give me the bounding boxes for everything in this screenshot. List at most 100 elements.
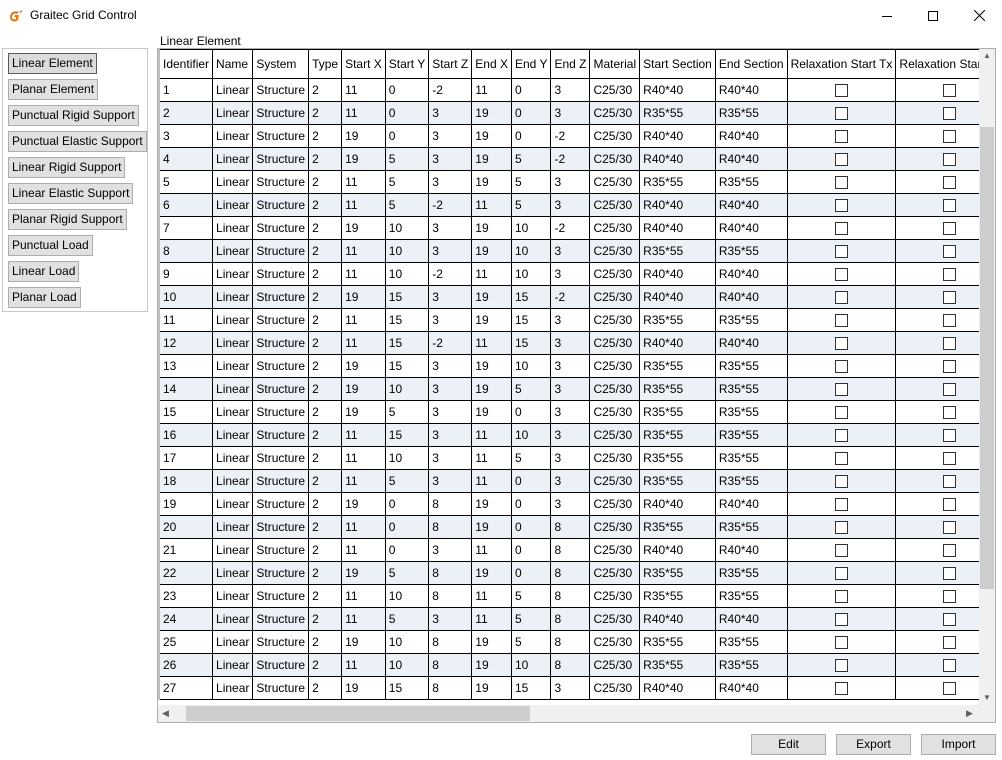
system-cell[interactable]: Structure [252, 308, 310, 332]
sidebar-item-planar-element[interactable]: Planar Element [8, 79, 99, 100]
relaxation-start-tx-cell[interactable] [786, 515, 897, 539]
end-section-cell[interactable]: R40*40 [714, 147, 788, 171]
start-z-cell[interactable]: 8 [428, 492, 473, 516]
column-header-start-z[interactable]: Start Z [428, 49, 473, 79]
end-x-cell[interactable]: 19 [471, 630, 512, 654]
start-y-cell[interactable]: 5 [384, 193, 430, 217]
start-y-cell[interactable]: 5 [384, 469, 430, 493]
system-cell[interactable]: Structure [252, 216, 310, 240]
end-z-cell[interactable]: 3 [550, 193, 591, 217]
checkbox[interactable] [943, 406, 957, 420]
start-x-cell[interactable]: 11 [341, 469, 386, 493]
start-section-cell[interactable]: R40*40 [639, 262, 716, 286]
type-cell[interactable]: 2 [308, 101, 343, 125]
name-cell[interactable]: Linear [212, 78, 254, 102]
start-z-cell[interactable]: 8 [428, 561, 473, 585]
start-section-cell[interactable]: R40*40 [639, 538, 716, 562]
end-z-cell[interactable]: 8 [550, 584, 591, 608]
start-z-cell[interactable]: 8 [428, 676, 473, 700]
material-cell[interactable]: C25/30 [589, 285, 641, 309]
name-cell[interactable]: Linear [212, 561, 254, 585]
start-section-cell[interactable]: R40*40 [639, 285, 716, 309]
end-y-cell[interactable]: 10 [510, 653, 552, 677]
type-cell[interactable]: 2 [308, 676, 343, 700]
identifier-cell[interactable]: 8 [158, 239, 214, 263]
type-cell[interactable]: 2 [308, 630, 343, 654]
material-cell[interactable]: C25/30 [589, 170, 641, 194]
material-cell[interactable]: C25/30 [589, 354, 641, 378]
name-cell[interactable]: Linear [212, 515, 254, 539]
start-x-cell[interactable]: 11 [341, 538, 386, 562]
checkbox[interactable] [943, 222, 957, 236]
end-section-cell[interactable]: R40*40 [714, 538, 788, 562]
end-section-cell[interactable]: R35*55 [714, 354, 788, 378]
relaxation-start-tx-cell[interactable] [786, 492, 897, 516]
name-cell[interactable]: Linear [212, 193, 254, 217]
table-row[interactable]: 20 Linear Structure 2 11 0 8 19 0 8 C25/30 R35*55 R3… [158, 515, 995, 539]
relaxation-start-tx-cell[interactable] [786, 262, 897, 286]
end-x-cell[interactable]: 19 [471, 354, 512, 378]
type-cell[interactable]: 2 [308, 653, 343, 677]
material-cell[interactable]: C25/30 [589, 423, 641, 447]
identifier-cell[interactable]: 3 [158, 124, 214, 148]
start-section-cell[interactable]: R35*55 [639, 377, 716, 401]
start-y-cell[interactable]: 5 [384, 400, 430, 424]
checkbox[interactable] [943, 130, 957, 144]
end-y-cell[interactable]: 0 [510, 538, 552, 562]
start-x-cell[interactable]: 11 [341, 331, 386, 355]
end-z-cell[interactable]: 3 [550, 101, 591, 125]
start-section-cell[interactable]: R40*40 [639, 676, 716, 700]
column-header-identifier[interactable]: Identifier [158, 49, 214, 79]
table-row[interactable]: 21 Linear Structure 2 11 0 3 11 0 8 C25/30 R40*40 R4… [158, 538, 995, 562]
name-cell[interactable]: Linear [212, 285, 254, 309]
table-row[interactable]: 7 Linear Structure 2 19 10 3 19 10 -2 C25/30 R40*40… [158, 216, 995, 240]
end-z-cell[interactable]: 3 [550, 446, 591, 470]
start-z-cell[interactable]: 8 [428, 653, 473, 677]
material-cell[interactable]: C25/30 [589, 446, 641, 470]
checkbox[interactable] [834, 84, 848, 98]
end-z-cell[interactable]: 3 [550, 262, 591, 286]
type-cell[interactable]: 2 [308, 607, 343, 631]
relaxation-start-tx-cell[interactable] [786, 630, 897, 654]
end-x-cell[interactable]: 19 [471, 101, 512, 125]
start-x-cell[interactable]: 11 [341, 607, 386, 631]
material-cell[interactable]: C25/30 [589, 676, 641, 700]
end-x-cell[interactable]: 19 [471, 377, 512, 401]
material-cell[interactable]: C25/30 [589, 492, 641, 516]
end-y-cell[interactable]: 0 [510, 78, 552, 102]
end-x-cell[interactable]: 19 [471, 676, 512, 700]
name-cell[interactable]: Linear [212, 354, 254, 378]
start-y-cell[interactable]: 15 [384, 354, 430, 378]
column-header-material[interactable]: Material [589, 49, 641, 79]
start-y-cell[interactable]: 10 [384, 216, 430, 240]
start-section-cell[interactable]: R35*55 [639, 239, 716, 263]
table-row[interactable]: 8 Linear Structure 2 11 10 3 19 10 3 C25/30 R35*55 R… [158, 239, 995, 263]
name-cell[interactable]: Linear [212, 308, 254, 332]
relaxation-start-tx-cell[interactable] [786, 170, 897, 194]
end-z-cell[interactable]: 3 [550, 377, 591, 401]
column-header-end-z[interactable]: End Z [550, 49, 591, 79]
end-z-cell[interactable]: 3 [550, 239, 591, 263]
start-x-cell[interactable]: 11 [341, 239, 386, 263]
checkbox[interactable] [943, 636, 957, 650]
table-row[interactable]: 13 Linear Structure 2 19 15 3 19 10 3 C25/30 R35*55… [158, 354, 995, 378]
name-cell[interactable]: Linear [212, 538, 254, 562]
sidebar-item-linear-element[interactable]: Linear Element [8, 53, 97, 74]
end-y-cell[interactable]: 0 [510, 492, 552, 516]
material-cell[interactable]: C25/30 [589, 331, 641, 355]
scroll-up-icon[interactable]: ▲ [983, 52, 991, 60]
end-z-cell[interactable]: 8 [550, 630, 591, 654]
start-y-cell[interactable]: 5 [384, 170, 430, 194]
start-z-cell[interactable]: 3 [428, 147, 473, 171]
table-row[interactable]: 27 Linear Structure 2 19 15 8 19 15 3 C25/30 R40*40… [158, 676, 995, 700]
checkbox[interactable] [943, 544, 957, 558]
start-x-cell[interactable]: 19 [341, 377, 386, 401]
end-section-cell[interactable]: R35*55 [714, 584, 788, 608]
system-cell[interactable]: Structure [252, 492, 310, 516]
close-button[interactable] [956, 0, 1002, 31]
identifier-cell[interactable]: 2 [158, 101, 214, 125]
start-y-cell[interactable]: 10 [384, 584, 430, 608]
checkbox[interactable] [834, 176, 848, 190]
material-cell[interactable]: C25/30 [589, 607, 641, 631]
system-cell[interactable]: Structure [252, 147, 310, 171]
